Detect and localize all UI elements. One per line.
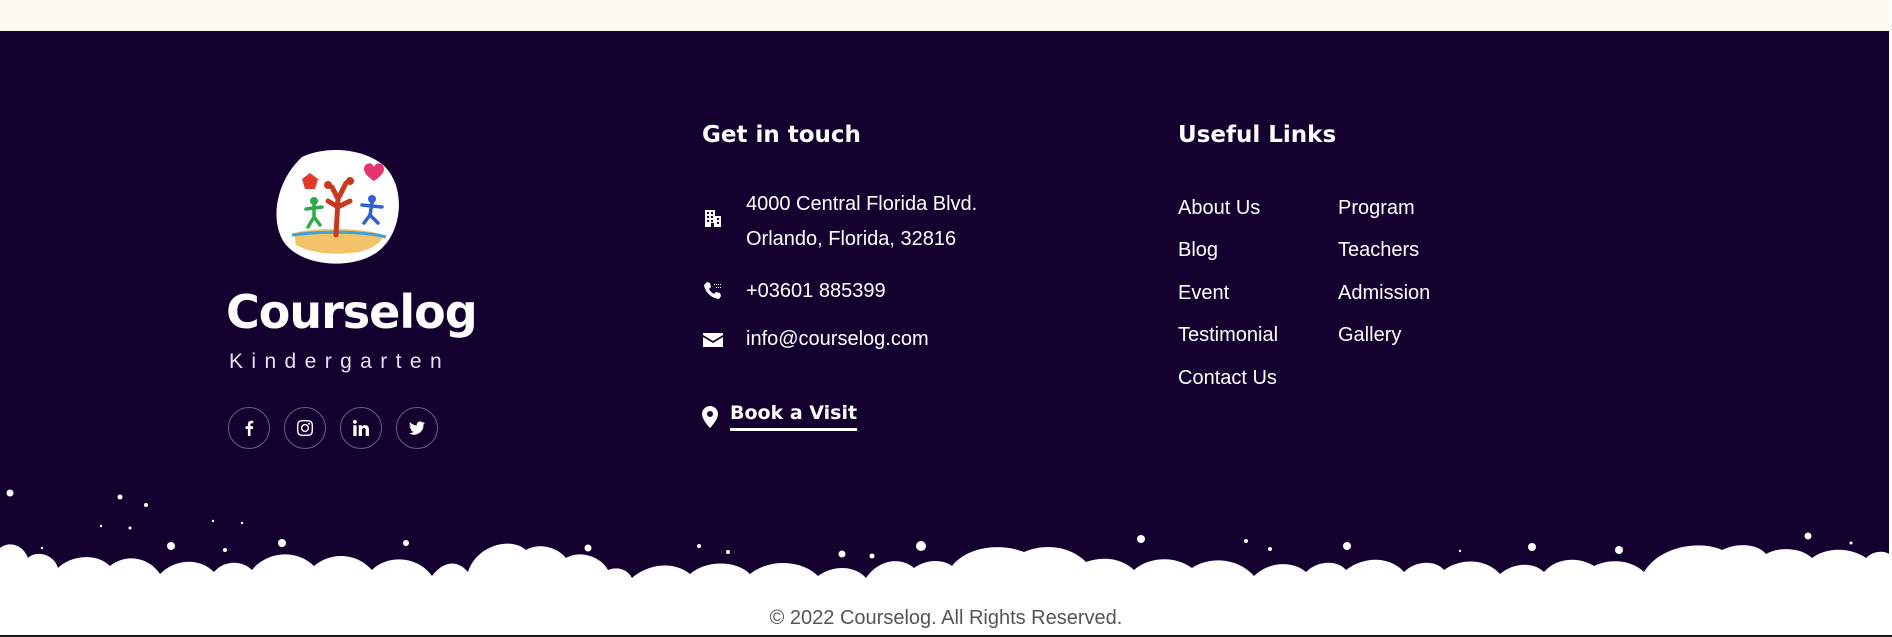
book-visit: Book a Visit [702,402,858,431]
links-title: Useful Links [1178,122,1337,148]
footer: Courselog Kindergarten Get in touch 4000… [0,31,1892,635]
address-line-2: Orlando, Florida, 32816 [746,228,957,250]
phone-icon [702,280,724,302]
link-program[interactable]: Program [1338,198,1415,218]
link-contact-us[interactable]: Contact Us [1178,368,1277,388]
link-testimonial[interactable]: Testimonial [1178,325,1278,345]
twitter-button[interactable] [396,407,438,449]
twitter-icon [409,421,425,435]
logo-icon[interactable] [272,149,404,267]
location-pin-icon [702,405,718,428]
facebook-button[interactable] [228,407,270,449]
link-about-us[interactable]: About Us [1178,198,1260,218]
address-line-1: 4000 Central Florida Blvd. [746,193,978,215]
contact-email: info@courselog.com [702,322,929,357]
top-bar [0,0,1892,31]
link-event[interactable]: Event [1178,283,1229,303]
link-gallery[interactable]: Gallery [1338,325,1401,345]
linkedin-icon [353,420,369,436]
copyright-text: © 2022 Courselog. All Rights Reserved. [769,607,1123,629]
link-admission[interactable]: Admission [1338,283,1430,303]
book-visit-link[interactable]: Book a Visit [730,402,858,431]
contact-address: 4000 Central Florida Blvd. Orlando, Flor… [702,187,977,257]
social-links [228,407,438,449]
facebook-icon [245,420,254,436]
brand-subtitle: Kindergarten [229,350,451,373]
instagram-button[interactable] [284,407,326,449]
contact-phone: +03601 885399 [702,274,886,309]
building-icon [702,207,724,229]
link-blog[interactable]: Blog [1178,240,1218,260]
link-teachers[interactable]: Teachers [1338,240,1419,260]
phone-number[interactable]: +03601 885399 [746,274,886,309]
contact-title: Get in touch [702,122,861,148]
brand-name: Courselog [226,285,478,339]
email-address[interactable]: info@courselog.com [746,322,929,357]
instagram-icon [297,420,313,436]
linkedin-button[interactable] [340,407,382,449]
envelope-icon [702,329,724,351]
